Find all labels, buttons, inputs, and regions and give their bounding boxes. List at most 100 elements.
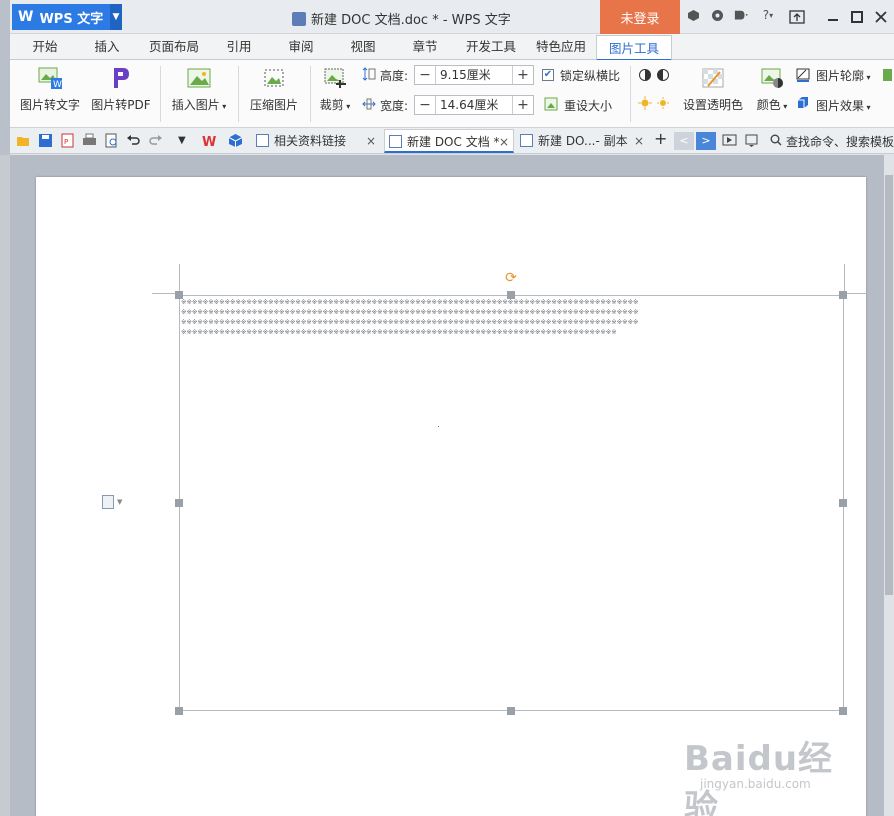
tab-menu-icon[interactable] <box>744 133 759 148</box>
width-increase-button[interactable]: + <box>513 96 533 114</box>
open-icon[interactable] <box>16 133 31 148</box>
rotate-handle-icon[interactable]: ⟳ <box>504 271 518 285</box>
skin-icon[interactable] <box>686 8 700 22</box>
paragraph-layout-icon[interactable]: ▼ <box>102 495 122 509</box>
width-stepper[interactable]: − 14.64厘米 + <box>414 95 534 115</box>
resize-handle-bottom-left[interactable] <box>175 707 183 715</box>
tab-insert[interactable]: 插入 <box>80 34 134 60</box>
tab-scroll-left-button[interactable]: < <box>674 132 694 150</box>
color-label: 颜色 <box>756 98 781 112</box>
resize-handle-right[interactable] <box>839 499 847 507</box>
vertical-scrollbar[interactable] <box>884 155 894 816</box>
width-input[interactable]: 14.64厘米 <box>435 96 513 114</box>
doc-icon <box>256 134 269 147</box>
tab-page-layout[interactable]: 页面布局 <box>142 34 206 60</box>
height-input[interactable]: 9.15厘米 <box>435 66 513 84</box>
document-page[interactable]: ※※※※※※※※※※※※※※※※※※※※※※※※※※※※※※※※※※※※※※※※… <box>36 177 872 816</box>
reset-size-button[interactable]: 重设大小 <box>564 97 612 114</box>
picture-effect-button[interactable]: 图片效果 ▾ <box>816 97 871 114</box>
cube-icon[interactable] <box>228 133 243 148</box>
crop-button[interactable]: 裁剪 ▾ <box>314 66 356 113</box>
doc-tab-label: 相关资料链接 <box>274 134 347 148</box>
height-decrease-button[interactable]: − <box>415 66 435 84</box>
print-preview-icon[interactable] <box>104 133 119 148</box>
brightness-increase-icon[interactable] <box>638 96 652 110</box>
redo-icon[interactable] <box>148 133 163 148</box>
picture-effect-icon[interactable] <box>796 96 810 110</box>
tab-references[interactable]: 引用 <box>214 34 264 60</box>
picture-outline-button[interactable]: 图片轮廓 ▾ <box>816 67 871 84</box>
maximize-icon[interactable] <box>846 6 868 28</box>
app-menu-button[interactable]: W WPS 文字 <box>12 4 122 30</box>
minimize-icon[interactable] <box>822 6 844 28</box>
app-menu-dropdown-icon[interactable]: ▼ <box>110 4 122 30</box>
watermark-brand: Baidu经验 <box>684 739 834 816</box>
quick-access-bar: P ▼ W 相关资料链接 × 新建 DOC 文档 * × 新建 DO...- 副… <box>10 128 894 154</box>
resize-handle-bottom[interactable] <box>507 707 515 715</box>
cursor-dot <box>438 426 439 427</box>
insert-picture-button[interactable]: 插入图片 ▾ <box>166 66 232 113</box>
undo-icon[interactable] <box>126 133 141 148</box>
wps-cloud-icon[interactable]: W <box>202 133 217 150</box>
resize-handle-bottom-right[interactable] <box>839 707 847 715</box>
command-search[interactable]: 查找命令、搜索模板 <box>770 133 894 150</box>
contrast-icon[interactable] <box>638 68 652 82</box>
height-label: 高度: <box>380 69 409 83</box>
pic-to-pdf-icon <box>108 66 134 90</box>
tab-list-icon[interactable] <box>722 133 737 148</box>
doc-tab-new-doc-copy[interactable]: 新建 DO...- 副本 × <box>516 129 648 153</box>
brightness-decrease-icon[interactable] <box>656 96 670 110</box>
doc-tab-new-doc[interactable]: 新建 DOC 文档 * × <box>384 129 514 153</box>
compress-picture-button[interactable]: 压缩图片 <box>246 66 302 113</box>
print-icon[interactable] <box>82 133 97 148</box>
export-pdf-icon[interactable]: P <box>60 133 75 148</box>
window-title: 新建 DOC 文档.doc * - WPS 文字 <box>292 9 511 28</box>
close-tab-icon[interactable]: × <box>634 129 644 153</box>
tab-view[interactable]: 视图 <box>338 34 388 60</box>
margin-mark <box>179 264 180 294</box>
scrollbar-thumb[interactable] <box>885 175 893 595</box>
height-stepper[interactable]: − 9.15厘米 + <box>414 65 534 85</box>
height-increase-button[interactable]: + <box>513 66 533 84</box>
garbled-line: ※※※※※※※※※※※※※※※※※※※※※※※※※※※※※※※※※※※※※※※※… <box>181 298 639 306</box>
restore-up-icon[interactable] <box>786 6 808 28</box>
picture-outline-icon[interactable] <box>796 68 810 82</box>
height-icon <box>362 67 376 81</box>
login-button[interactable]: 未登录 <box>600 0 680 34</box>
color-icon <box>759 66 785 90</box>
tab-sections[interactable]: 章节 <box>400 34 450 60</box>
resize-handle-top-right[interactable] <box>839 291 847 299</box>
feedback-icon[interactable] <box>734 8 748 22</box>
settings-icon[interactable] <box>710 8 724 22</box>
tab-scroll-right-button[interactable]: > <box>696 132 716 150</box>
margin-mark <box>844 264 845 294</box>
set-transparent-button[interactable]: 设置透明色 <box>678 66 748 113</box>
lock-ratio-label[interactable]: 锁定纵横比 <box>560 67 620 84</box>
selected-picture[interactable]: ※※※※※※※※※※※※※※※※※※※※※※※※※※※※※※※※※※※※※※※※… <box>179 295 844 711</box>
title-bar: W WPS 文字 ▼ 新建 DOC 文档.doc * - WPS 文字 未登录 … <box>10 0 894 34</box>
resize-handle-left[interactable] <box>175 499 183 507</box>
width-decrease-button[interactable]: − <box>415 96 435 114</box>
contrast-decrease-icon[interactable] <box>656 68 670 82</box>
tab-home[interactable]: 开始 <box>18 34 72 60</box>
tab-special[interactable]: 特色应用 <box>530 34 592 60</box>
help-icon[interactable]: ? ▾ <box>758 8 778 22</box>
close-tab-icon[interactable]: × <box>366 129 376 153</box>
tab-developer[interactable]: 开发工具 <box>460 34 522 60</box>
wps-logo-icon: W <box>18 9 34 25</box>
tab-picture-tools[interactable]: 图片工具 <box>596 35 672 61</box>
customize-dropdown-icon[interactable]: ▼ <box>178 133 193 148</box>
save-icon[interactable] <box>38 133 53 148</box>
resize-handle-top[interactable] <box>507 291 515 299</box>
tab-review[interactable]: 审阅 <box>276 34 326 60</box>
close-icon[interactable] <box>870 6 892 28</box>
pic-to-pdf-button[interactable]: 图片转PDF <box>88 66 154 113</box>
pic-to-text-button[interactable]: W 图片转文字 <box>18 66 82 113</box>
doc-tab-related-links[interactable]: 相关资料链接 × <box>252 129 380 153</box>
new-tab-button[interactable]: + <box>654 130 669 148</box>
lock-ratio-checkbox[interactable]: ✔ <box>542 69 554 81</box>
close-tab-icon[interactable]: × <box>499 130 509 154</box>
resize-handle-top-left[interactable] <box>175 291 183 299</box>
color-button[interactable]: 颜色 ▾ <box>752 66 792 113</box>
more-tools-icon[interactable] <box>882 68 894 82</box>
